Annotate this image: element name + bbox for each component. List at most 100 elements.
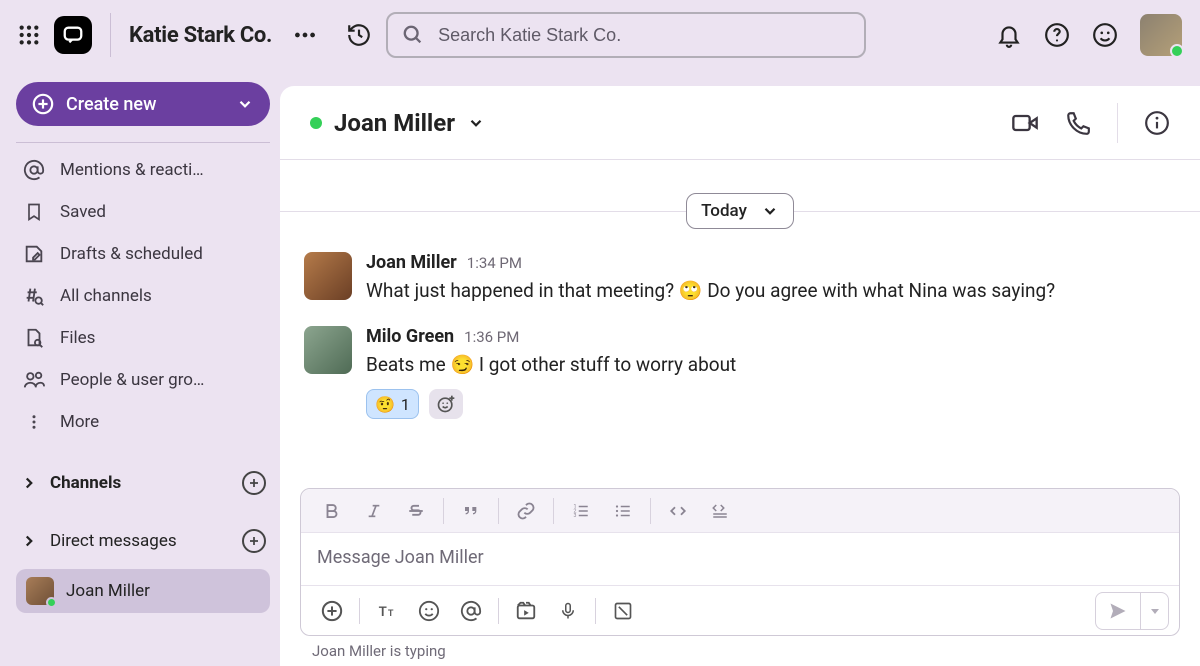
chat-title-button[interactable]: Joan Miller — [310, 109, 485, 137]
ordered-list-button[interactable]: 123 — [560, 493, 602, 529]
nav-label: Drafts & scheduled — [60, 244, 203, 264]
create-new-label: Create new — [66, 94, 156, 115]
nav-label: All channels — [60, 286, 152, 306]
search-input[interactable] — [438, 25, 850, 46]
emoji-eyeroll: 🙄 — [679, 279, 703, 302]
typing-indicator: Joan Miller is typing — [300, 636, 1180, 660]
send-button[interactable] — [1096, 593, 1140, 629]
nav-label: Mentions & reacti… — [60, 160, 204, 180]
channels-label: Channels — [50, 473, 121, 493]
mention-button[interactable] — [450, 593, 492, 629]
nav-more[interactable]: More — [16, 401, 270, 443]
add-dm-button[interactable] — [242, 529, 266, 553]
add-reaction-button[interactable] — [429, 389, 463, 419]
code-button[interactable] — [657, 493, 699, 529]
nav-drafts[interactable]: Drafts & scheduled — [16, 233, 270, 275]
italic-button[interactable] — [353, 493, 395, 529]
hash-search-icon — [22, 285, 46, 307]
send-options-button[interactable] — [1140, 593, 1168, 629]
presence-dot — [1170, 44, 1184, 58]
avatar[interactable] — [304, 252, 352, 300]
text-format-button[interactable]: TT — [366, 593, 408, 629]
message-time: 1:36 PM — [464, 328, 519, 346]
emoji-status-icon[interactable] — [1092, 22, 1118, 48]
composer: 123 Message Joan Miller TT — [300, 488, 1180, 636]
attach-button[interactable] — [311, 593, 353, 629]
notifications-icon[interactable] — [996, 22, 1022, 48]
message-time: 1:34 PM — [467, 254, 522, 272]
nav-people[interactable]: People & user gro… — [16, 359, 270, 401]
date-divider-button[interactable]: Today — [686, 193, 794, 229]
nav-label: More — [60, 412, 99, 432]
chevron-right-icon — [20, 532, 38, 550]
create-new-button[interactable]: Create new — [16, 82, 270, 126]
message: Milo Green 1:36 PM Beats me 😏 I got othe… — [280, 320, 1200, 434]
presence-dot — [46, 597, 57, 608]
phone-call-icon[interactable] — [1065, 110, 1091, 136]
at-icon — [22, 159, 46, 181]
quote-button[interactable] — [450, 493, 492, 529]
sidebar: Create new Mentions & reacti… Saved Draf… — [0, 70, 280, 666]
svg-text:3: 3 — [574, 513, 577, 519]
date-divider-label: Today — [701, 201, 747, 221]
message-text: Beats me 😏 I got other stuff to worry ab… — [366, 351, 736, 380]
chat-name: Joan Miller — [334, 109, 455, 137]
plus-circle-icon — [32, 93, 54, 115]
chevron-down-icon — [761, 202, 779, 220]
channels-section-header[interactable]: Channels — [16, 461, 270, 505]
search-icon — [402, 24, 424, 46]
message-text: What just happened in that meeting? 🙄 Do… — [366, 277, 1055, 306]
add-channel-button[interactable] — [242, 471, 266, 495]
message: Joan Miller 1:34 PM What just happened i… — [280, 246, 1200, 320]
nav-files[interactable]: Files — [16, 317, 270, 359]
nav-label: Saved — [60, 202, 106, 222]
search-box[interactable] — [386, 12, 866, 58]
apps-grid-icon[interactable] — [18, 24, 40, 46]
dm-item-name: Joan Miller — [66, 581, 150, 601]
shortcuts-button[interactable] — [602, 593, 644, 629]
draft-icon — [22, 243, 46, 265]
video-clip-button[interactable] — [505, 593, 547, 629]
workspace-name[interactable]: Katie Stark Co. — [129, 23, 272, 48]
chevron-down-icon — [467, 114, 485, 132]
dm-item-active[interactable]: Joan Miller — [16, 569, 270, 613]
chat-panel: Joan Miller Today — [280, 86, 1200, 666]
chevron-right-icon — [20, 474, 38, 492]
reaction-count: 1 — [401, 395, 410, 414]
avatar — [26, 577, 54, 605]
strikethrough-button[interactable] — [395, 493, 437, 529]
message-author[interactable]: Joan Miller — [366, 252, 457, 273]
bold-button[interactable] — [311, 493, 353, 529]
presence-dot — [310, 117, 322, 129]
video-call-icon[interactable] — [1011, 109, 1039, 137]
chevron-down-icon — [236, 95, 254, 113]
reaction-pill[interactable]: 🤨 1 — [366, 389, 419, 419]
bullet-list-button[interactable] — [602, 493, 644, 529]
nav-label: People & user gro… — [60, 370, 204, 390]
reaction-emoji: 🤨 — [375, 395, 395, 414]
dms-section-header[interactable]: Direct messages — [16, 519, 270, 563]
bookmark-icon — [22, 201, 46, 223]
avatar[interactable] — [304, 326, 352, 374]
info-icon[interactable] — [1144, 110, 1170, 136]
nav-all-channels[interactable]: All channels — [16, 275, 270, 317]
more-vertical-icon — [22, 411, 46, 433]
nav-mentions[interactable]: Mentions & reacti… — [16, 149, 270, 191]
message-author[interactable]: Milo Green — [366, 326, 454, 347]
people-icon — [22, 369, 46, 391]
codeblock-button[interactable] — [699, 493, 741, 529]
help-icon[interactable] — [1044, 22, 1070, 48]
emoji-smirk: 😏 — [450, 353, 474, 376]
user-avatar[interactable] — [1140, 14, 1182, 56]
link-button[interactable] — [505, 493, 547, 529]
workspace-menu-icon[interactable] — [292, 22, 318, 48]
nav-saved[interactable]: Saved — [16, 191, 270, 233]
workspace-logo[interactable] — [54, 16, 92, 54]
emoji-button[interactable] — [408, 593, 450, 629]
nav-label: Files — [60, 328, 95, 348]
history-icon[interactable] — [346, 22, 372, 48]
dms-label: Direct messages — [50, 531, 177, 551]
svg-text:T: T — [379, 605, 387, 620]
composer-input[interactable]: Message Joan Miller — [301, 533, 1179, 585]
audio-button[interactable] — [547, 593, 589, 629]
